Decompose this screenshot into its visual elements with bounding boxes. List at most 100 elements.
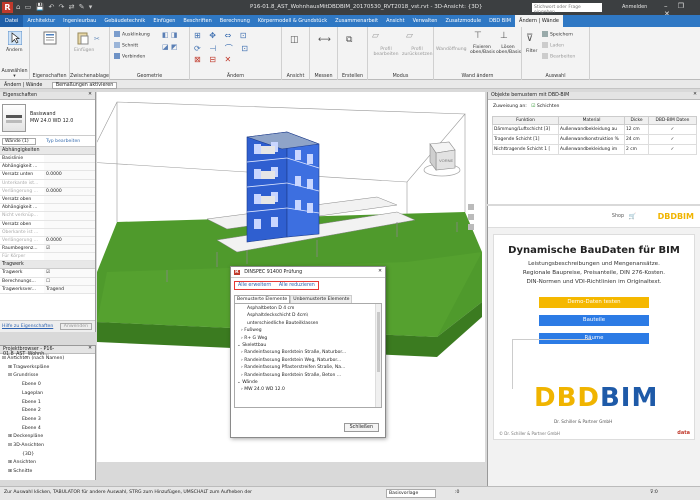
shop-link[interactable]: Shop [612,214,624,219]
dialog-tree-item[interactable]: › Randeinfassung Bordstein Weg, Naturbor… [237,357,379,364]
property-row[interactable]: Raumbegrenz... ☑ [0,245,95,254]
column-header[interactable]: Material [558,116,625,125]
properties-help-link[interactable]: Hilfe zu Eigenschaften [2,324,53,329]
activate-dimensions-button[interactable]: Bemaßungen aktivieren [51,82,118,89]
help-search-input[interactable]: Stichwort oder Frage eingeben [532,3,602,15]
property-row[interactable]: Unterkante ist... [0,179,95,188]
dialog-tree-item[interactable]: Asphaltbeton D 4 cm [237,305,379,312]
property-row[interactable]: Tragwerksver... Tragend [0,285,95,294]
cope-button[interactable]: Ausklinkung [114,31,150,38]
collapse-all-link[interactable]: Alle reduzieren [279,283,315,288]
tree-item[interactable]: {3D} [2,451,93,460]
geometry-tools-icon[interactable]: ◧ ◨ [162,31,177,39]
wall-opening-button[interactable]: Wandöffnung [436,47,467,52]
tree-item[interactable]: ⊟ Grundrisse [2,372,93,381]
tab-manage[interactable]: Verwalten [409,18,442,24]
tree-item[interactable]: Ebene 2 [2,407,93,416]
column-header[interactable]: Funktion [492,116,559,125]
cut-icon[interactable]: ✂ [94,35,100,43]
cut-geometry-button[interactable]: Schnitt [114,42,138,49]
paste-icon[interactable] [76,31,90,45]
close-icon[interactable]: ✕ [88,92,92,97]
save-selection-button[interactable]: Speichern [542,31,573,38]
column-header[interactable]: DBD-BIM Daten [648,116,697,125]
load-selection-button[interactable]: Laden [542,42,564,49]
property-row[interactable]: Versatz oben [0,195,95,205]
tab-architecture[interactable]: Architektur [23,18,59,24]
layers-checkbox[interactable]: ☑ [531,104,535,109]
property-value[interactable] [44,212,95,220]
apply-button[interactable]: Anwenden [59,323,92,330]
modify-tools-row1[interactable]: ⊞ ✥ ⇔ ⊡ [194,31,249,40]
properties-icon[interactable] [43,31,57,45]
property-row[interactable]: Abhängigkeit ... [0,204,95,213]
reset-profile-button[interactable]: Profil zurücksetzen [402,47,432,57]
components-button[interactable]: Bauteile [539,315,649,326]
measure-icon[interactable]: ⟷ [318,35,331,45]
filter-count[interactable]: ⊽:0 [650,490,658,495]
tree-item[interactable]: Lageplan [2,390,93,399]
tab-structure[interactable]: Ingenieurbau [59,18,100,24]
tab-collaborate[interactable]: Zusammenarbeit [331,18,382,24]
property-checkbox[interactable]: ☐ [44,277,95,285]
modify-button[interactable]: Ändern [6,48,23,53]
tree-item[interactable]: ⊞ Ansichten [2,459,93,468]
join-button[interactable]: Verbinden [114,53,145,60]
tree-item[interactable]: ⊟ 3D-Ansichten [2,442,93,451]
dialog-tree-item[interactable]: › Randeinfassung Pflasterstreifen Straße… [237,364,379,371]
property-value[interactable] [44,220,95,228]
table-row[interactable]: Tragende Schicht [1] Außenwandkonstrukti… [492,134,697,145]
close-icon[interactable]: ✕ [378,269,382,274]
filter-button[interactable]: Filter [526,49,537,54]
dialog-tree-item[interactable]: › R+ G Weg [237,335,379,342]
tab-analyze[interactable]: Berechnung [216,18,254,24]
tree-item[interactable]: Ebene 3 [2,416,93,425]
tree-item[interactable]: ⊞ Deckenpläne [2,433,93,442]
tab-dbd-bim[interactable]: DBD BIM [485,18,515,24]
property-value[interactable]: 0.0000 [44,236,95,245]
tree-item[interactable]: Ebene 1 [2,399,93,408]
property-checkbox[interactable]: ☑ [44,269,95,277]
dbdbim-logo-small[interactable]: DBDBIM [658,212,694,221]
property-row[interactable]: Verlängerung ... 0.0000 [0,187,95,196]
workset-select[interactable]: Basisvorlage [386,489,436,498]
property-value[interactable] [44,253,95,261]
edit-profile-icon[interactable]: ▱ [372,31,379,41]
edit-type-button[interactable]: Typ bearbeiten [46,139,80,144]
property-value[interactable] [44,195,95,204]
paint-icon[interactable]: ◪ ◩ [162,43,177,51]
modify-tools-row2[interactable]: ⟳ ⊣ ⌒ ⊡ [194,43,251,54]
property-value[interactable] [44,163,95,171]
demo-data-button[interactable]: Demo-Daten testen [539,297,649,308]
close-icon[interactable]: ✕ [693,92,697,97]
tab-sampled-elements[interactable]: Bemusterte Elemente [234,295,291,303]
paste-button[interactable]: Einfügen [74,48,94,53]
app-logo[interactable]: R [2,2,13,13]
tree-item[interactable]: Ebene 0 [2,381,93,390]
view-tools-icon[interactable]: ◫ [290,35,299,45]
close-icon[interactable]: ✕ [88,346,92,351]
tab-modify-walls[interactable]: Ändern | Wände [515,15,563,27]
table-row[interactable]: Dämmung/Luftschicht [3] Außenwandbekleid… [492,124,697,135]
sign-in-button[interactable]: Anmelden [622,4,647,10]
property-value[interactable]: Tragend [44,285,95,293]
property-row[interactable]: Verlängerung ... 0.0000 [0,236,95,246]
cursor-icon[interactable] [8,31,22,45]
cart-icon[interactable]: 🛒 [629,213,636,220]
edit-profile-button[interactable]: Profil bearbeiten [372,47,400,57]
property-value[interactable] [44,228,95,236]
navigation-bar[interactable] [468,204,474,230]
expand-all-link[interactable]: Alle erweitern [238,283,271,288]
dialog-tree-item[interactable]: ⌄ Skelettbau [237,342,379,349]
filter-icon[interactable]: ⊽ [526,33,533,44]
tab-massing[interactable]: Körpermodell & Grundstück [254,18,331,24]
tree-item[interactable]: ⊞ Tragwerkspläne [2,364,93,373]
column-header[interactable]: Dicke [624,116,649,125]
property-value[interactable] [44,204,95,212]
edit-selection-button[interactable]: Bearbeiten [542,53,575,60]
attach-top-base-button[interactable]: Fixieren oben/Basis [470,45,495,55]
reset-profile-icon[interactable]: ▱ [406,31,413,41]
dialog-tree-item[interactable]: › Randeinfassung Bordstein Straße, Natur… [237,349,379,356]
detach-top-base-button[interactable]: Lösen oben/Basis [496,45,521,55]
instance-filter-select[interactable]: Wände (1) [2,137,36,145]
